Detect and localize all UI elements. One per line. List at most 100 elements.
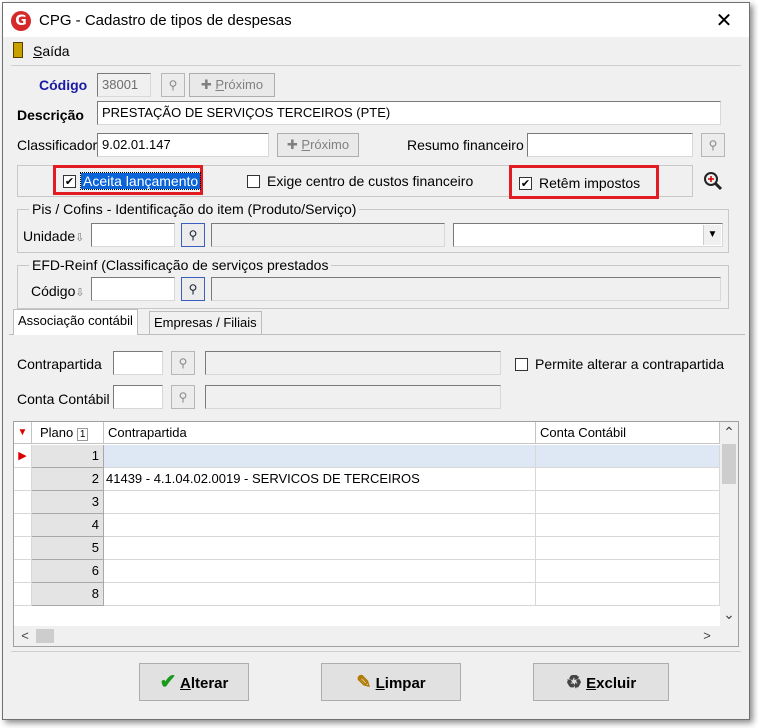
contrapartida-search-button[interactable]: ⚲	[171, 351, 195, 375]
row-contrapartida[interactable]	[104, 491, 536, 514]
row-contrapartida[interactable]	[104, 445, 536, 468]
alterar-button[interactable]: ✔ Alterar	[139, 663, 249, 701]
table-row[interactable]: 3	[14, 491, 720, 514]
table-row[interactable]: ▶ 1	[14, 445, 720, 468]
table-row[interactable]: 2 41439 - 4.1.04.02.0019 - SERVICOS DE T…	[14, 468, 720, 491]
excluir-button[interactable]: ♻ Excluir	[533, 663, 669, 701]
table-row[interactable]: 4	[14, 514, 720, 537]
scroll-up-icon[interactable]: ⌃	[720, 422, 738, 440]
app-logo-icon: G	[11, 11, 31, 31]
vertical-scroll-thumb[interactable]	[722, 444, 736, 484]
row-conta-contabil[interactable]	[536, 560, 720, 583]
resumo-financeiro-search-button[interactable]: ⚲	[701, 133, 725, 157]
scroll-right-icon[interactable]: >	[700, 628, 714, 644]
row-conta-contabil[interactable]	[536, 445, 720, 468]
efd-reinf-group-title: EFD-Reinf (Classificação de serviços pre…	[29, 257, 332, 273]
binoculars-icon: ⚲	[178, 390, 188, 404]
row-contrapartida[interactable]: 41439 - 4.1.04.02.0019 - SERVICOS DE TER…	[104, 468, 536, 491]
resumo-financeiro-input[interactable]	[527, 133, 693, 157]
row-indicator	[14, 560, 32, 583]
row-indicator	[14, 514, 32, 537]
close-icon[interactable]: ✕	[709, 7, 739, 33]
tab-empresas-filiais[interactable]: Empresas / Filiais	[149, 311, 262, 335]
excluir-hotkey: E	[586, 675, 597, 692]
next-label: róximo	[310, 137, 350, 152]
grid-header-conta-contabil[interactable]: Conta Contábil	[536, 422, 720, 444]
codigo-label: Código	[39, 77, 88, 93]
plano-grid[interactable]: ▼ Plano 1 Contrapartida Conta Contábil ▶…	[13, 421, 739, 647]
checkmark-icon: ✔	[159, 671, 177, 693]
efd-description-field	[211, 277, 721, 301]
pis-cofins-select[interactable]	[453, 223, 723, 247]
row-indicator	[14, 468, 32, 491]
grid-horizontal-scrollbar[interactable]: < >	[14, 626, 738, 646]
codigo-next-button[interactable]: ✚ Próximo	[189, 73, 275, 97]
bottom-separator	[11, 651, 741, 652]
row-indicator	[14, 583, 32, 606]
limpar-hotkey: L	[375, 675, 385, 692]
exige-centro-custos-label[interactable]: Exige centro de custos financeiro	[267, 173, 473, 189]
row-conta-contabil[interactable]	[536, 468, 720, 491]
exit-label-text: aída	[42, 43, 70, 59]
menu-item-exit[interactable]: Saída	[33, 43, 70, 59]
row-contrapartida[interactable]	[104, 514, 536, 537]
classificador-next-button[interactable]: ✚ Próximo	[277, 133, 359, 157]
conta-contabil-input[interactable]	[113, 385, 163, 409]
row-contrapartida[interactable]	[104, 537, 536, 560]
horizontal-scroll-thumb[interactable]	[36, 629, 54, 643]
grid-header-plano[interactable]: Plano 1	[32, 422, 104, 444]
tab-associacao-contabil[interactable]: Associação contábil	[13, 309, 138, 335]
chevron-down-icon[interactable]: ▼	[703, 225, 721, 245]
plus-icon: ✚	[286, 137, 302, 152]
row-plano: 3	[32, 491, 104, 514]
limpar-button[interactable]: ✎ Limpar	[321, 663, 461, 701]
table-row[interactable]: 6	[14, 560, 720, 583]
exit-door-icon[interactable]	[13, 42, 23, 58]
row-conta-contabil[interactable]	[536, 491, 720, 514]
row-conta-contabil[interactable]	[536, 514, 720, 537]
retem-impostos-checkbox[interactable]: ✔	[519, 177, 532, 190]
scroll-left-icon[interactable]: <	[18, 628, 32, 644]
binoculars-icon: ⚲	[708, 138, 718, 152]
exit-label-hotkey: S	[33, 43, 43, 59]
row-contrapartida[interactable]	[104, 583, 536, 606]
codigo-input[interactable]: 38001	[97, 73, 151, 97]
contrapartida-description-field	[205, 351, 501, 375]
permite-alterar-label[interactable]: Permite alterar a contrapartida	[535, 356, 724, 372]
grid-header-contrapartida[interactable]: Contrapartida	[104, 422, 536, 444]
descricao-input[interactable]: PRESTAÇÃO DE SERVIÇOS TERCEIROS (PTE)	[97, 101, 721, 125]
row-contrapartida[interactable]	[104, 560, 536, 583]
sort-badge: 1	[76, 428, 89, 441]
row-conta-contabil[interactable]	[536, 583, 720, 606]
row-indicator	[14, 537, 32, 560]
efd-codigo-input[interactable]	[91, 277, 175, 301]
zoom-icon[interactable]	[703, 171, 723, 191]
binoculars-icon: ⚲	[178, 356, 188, 370]
grid-filter-icon[interactable]: ▼	[14, 422, 32, 444]
permite-alterar-checkbox[interactable]	[515, 358, 528, 371]
aceita-lancamento-checkbox[interactable]: ✔	[63, 175, 76, 188]
row-indicator	[14, 491, 32, 514]
contrapartida-input[interactable]	[113, 351, 163, 375]
exige-centro-custos-checkbox[interactable]	[247, 175, 260, 188]
conta-contabil-label: Conta Contábil	[17, 391, 110, 407]
unidade-description-field	[211, 223, 445, 247]
codigo-search-button[interactable]: ⚲	[161, 73, 185, 97]
unidade-input[interactable]	[91, 223, 175, 247]
limpar-label: impar	[384, 675, 426, 692]
grid-header-plano-label: Plano	[40, 425, 74, 440]
grid-vertical-scrollbar[interactable]: ⌃ ⌄	[720, 422, 738, 626]
table-row[interactable]: 8	[14, 583, 720, 606]
unidade-search-button[interactable]: ⚲	[181, 223, 205, 247]
row-conta-contabil[interactable]	[536, 537, 720, 560]
classificador-input[interactable]: 9.02.01.147	[97, 133, 269, 157]
retem-impostos-label[interactable]: Retêm impostos	[539, 175, 640, 191]
efd-codigo-search-button[interactable]: ⚲	[181, 277, 205, 301]
aceita-lancamento-label[interactable]: Aceita lançamento	[79, 172, 202, 190]
binoculars-icon: ⚲	[168, 78, 178, 92]
alterar-hotkey: A	[180, 675, 191, 692]
scroll-down-icon[interactable]: ⌄	[720, 606, 738, 624]
table-row[interactable]: 5	[14, 537, 720, 560]
efd-codigo-label: Código⇩	[31, 283, 85, 299]
conta-contabil-search-button[interactable]: ⚲	[171, 385, 195, 409]
